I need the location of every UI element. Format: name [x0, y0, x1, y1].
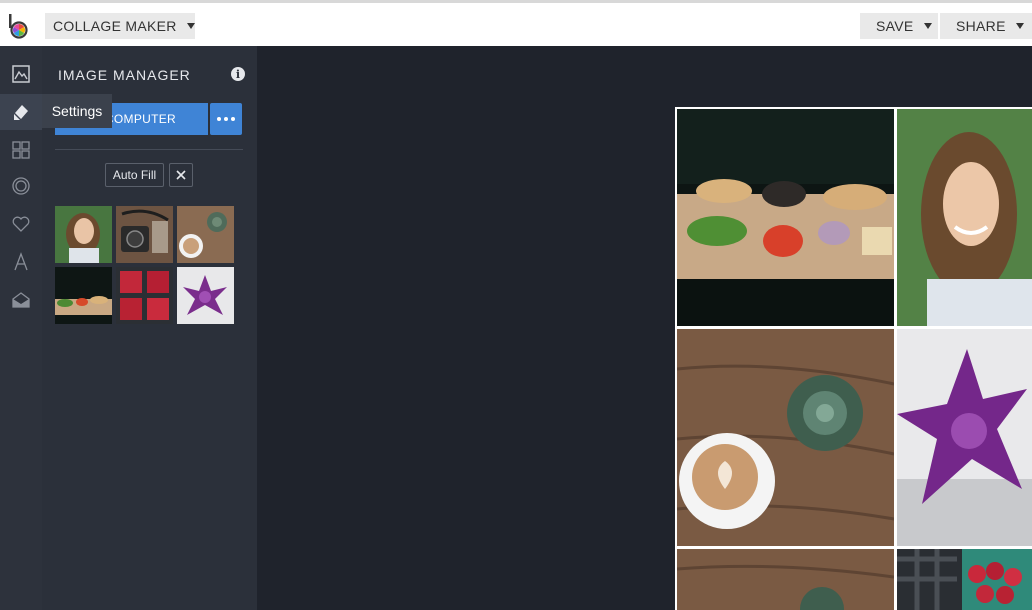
collage-maker-label: COLLAGE MAKER — [53, 18, 177, 34]
close-icon — [176, 170, 186, 180]
auto-fill-label: Auto Fill — [112, 168, 157, 182]
thumbnail-raspberries[interactable] — [116, 267, 173, 324]
caret-down-icon — [186, 23, 195, 29]
settings-tooltip: Settings — [42, 94, 112, 128]
collage-cell-purple-succulent[interactable] — [897, 329, 1032, 546]
ellipsis-icon — [217, 117, 235, 121]
thumbnail-woman-portrait[interactable] — [55, 206, 112, 263]
tool-rail — [0, 46, 42, 610]
collage-cell-wood-succulent[interactable] — [677, 549, 894, 610]
collage-grid — [675, 107, 1032, 610]
thumbnail-burger-prep[interactable] — [55, 267, 112, 324]
text-icon — [14, 252, 28, 271]
befunky-logo[interactable] — [6, 13, 30, 39]
rail-item-layout[interactable] — [0, 132, 42, 168]
collage-cell-woman-portrait[interactable] — [897, 109, 1032, 326]
share-button[interactable]: SHARE — [940, 13, 1032, 39]
caret-down-icon — [923, 23, 932, 29]
divider — [55, 149, 243, 150]
collage-cell-raspberries[interactable] — [897, 549, 1032, 610]
panel-title: IMAGE MANAGER — [58, 67, 191, 83]
share-label: SHARE — [956, 18, 1006, 34]
layout-grid-icon — [12, 141, 30, 159]
top-bar: COLLAGE MAKER SAVE SHARE — [0, 0, 1032, 46]
info-icon[interactable]: i — [231, 67, 245, 81]
save-label: SAVE — [876, 18, 914, 34]
settings-icon — [14, 105, 28, 120]
rail-item-frames[interactable] — [0, 168, 42, 204]
rail-item-stickers[interactable] — [0, 206, 42, 242]
clear-images-button[interactable] — [169, 163, 193, 187]
rail-item-background[interactable] — [0, 282, 42, 318]
image-manager-panel: IMAGE MANAGER i COMPUTER Auto Fill — [42, 46, 257, 610]
background-fill-icon — [12, 292, 30, 308]
rail-item-edit[interactable] — [0, 56, 42, 92]
caret-down-icon — [1015, 23, 1024, 29]
image-edit-icon — [12, 65, 30, 83]
thumbnail-purple-succulent[interactable] — [177, 267, 234, 324]
frames-icon — [12, 177, 30, 195]
collage-maker-dropdown[interactable]: COLLAGE MAKER — [45, 13, 195, 39]
save-button[interactable]: SAVE — [860, 13, 938, 39]
rail-item-settings[interactable] — [0, 94, 42, 130]
thumbnail-latte-succulent[interactable] — [177, 206, 234, 263]
more-options-button[interactable] — [210, 103, 242, 135]
thumbnail-camera-bag[interactable] — [116, 206, 173, 263]
auto-fill-button[interactable]: Auto Fill — [105, 163, 164, 187]
computer-label: COMPUTER — [104, 112, 176, 126]
rail-item-text[interactable] — [0, 244, 42, 280]
heart-icon — [12, 216, 30, 232]
collage-cell-burger-prep[interactable] — [677, 109, 894, 326]
collage-cell-latte-succulent[interactable] — [677, 329, 894, 546]
